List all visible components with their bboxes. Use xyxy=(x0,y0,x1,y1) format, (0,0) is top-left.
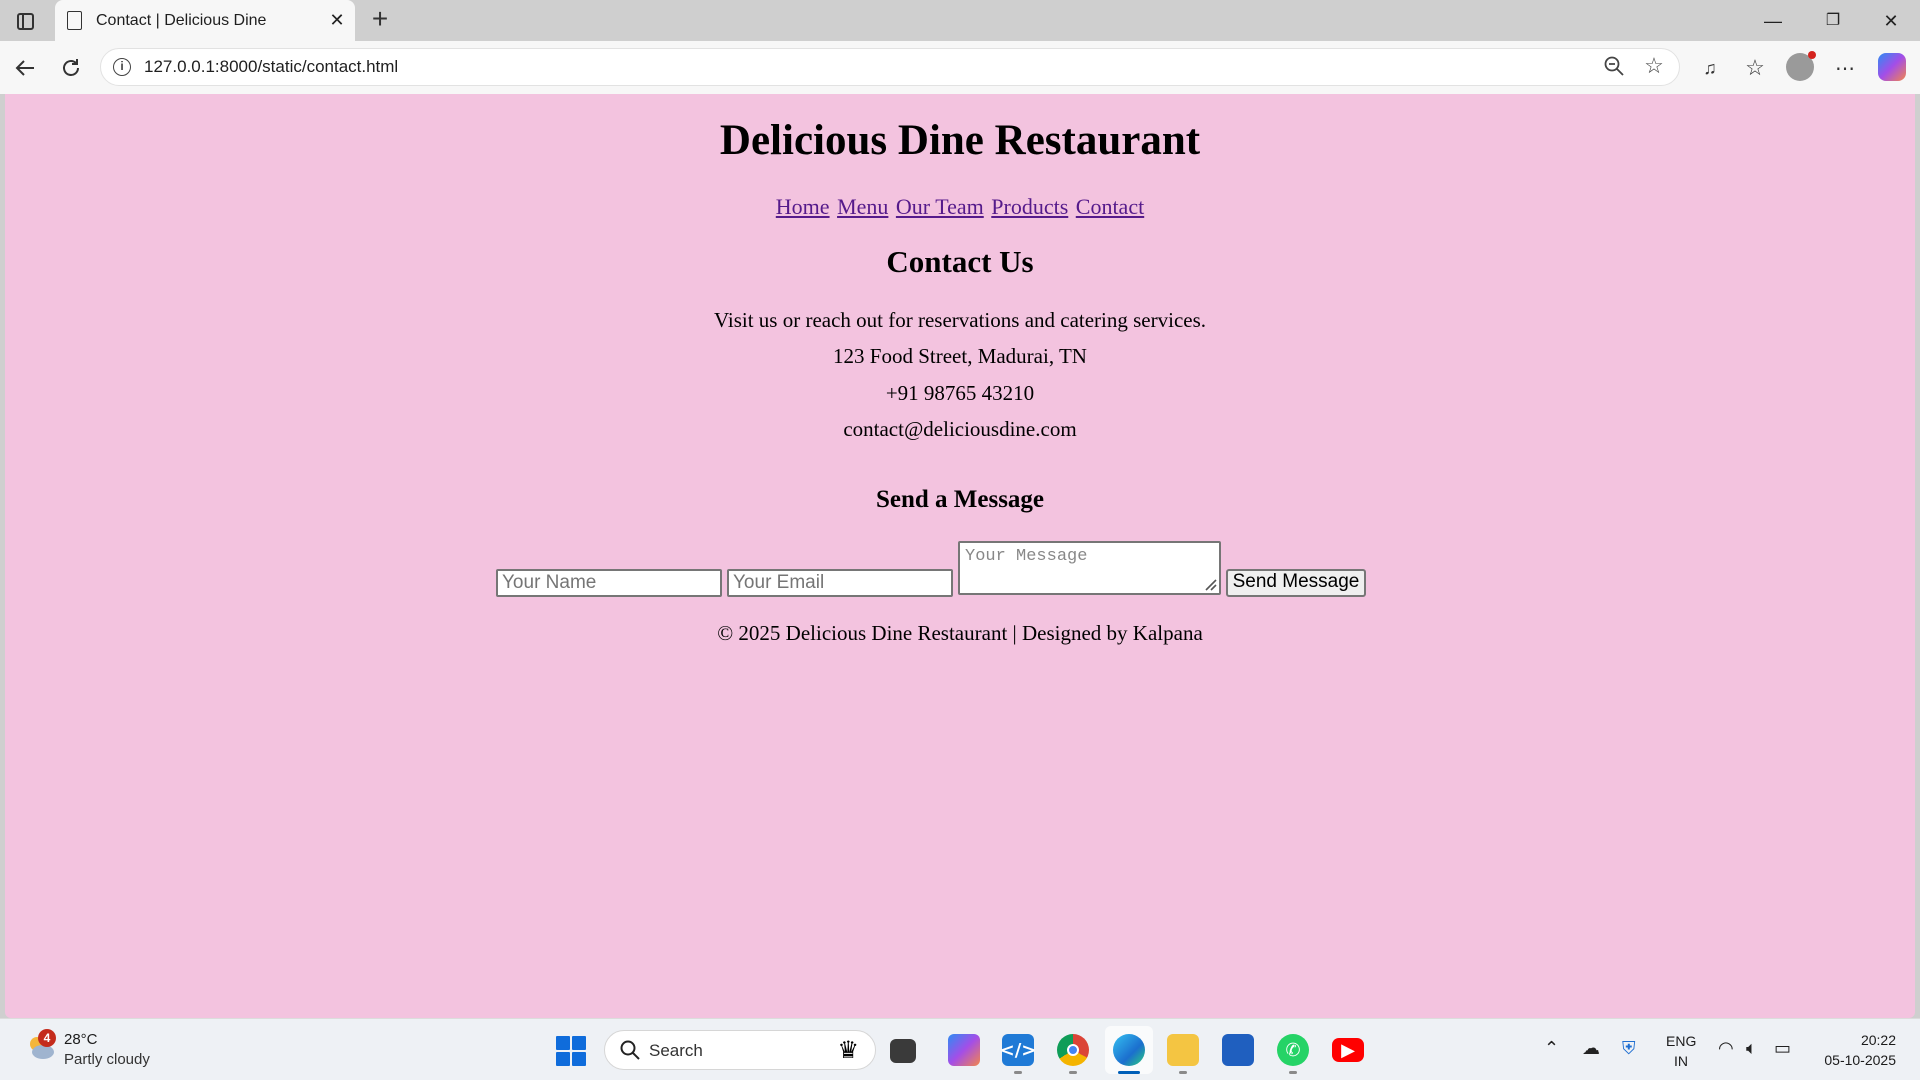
contact-form: Your Name Your Email Your Message Send M… xyxy=(5,541,1915,597)
tab-panel-icon xyxy=(16,12,34,30)
clock-date[interactable]: 05-10-2025 xyxy=(1824,1052,1896,1068)
contact-address: 123 Food Street, Madurai, TN xyxy=(833,344,1087,368)
vscode-icon[interactable]: </> xyxy=(1000,1034,1036,1066)
show-hidden-icons-chevron-icon[interactable]: ⌃ xyxy=(1544,1038,1559,1059)
file-explorer-icon[interactable] xyxy=(1167,1034,1199,1066)
battery-icon[interactable]: ▭ xyxy=(1774,1038,1791,1059)
page-viewport: Delicious Dine Restaurant Home Menu Our … xyxy=(5,94,1915,1018)
wifi-icon[interactable]: ◠ xyxy=(1718,1038,1734,1059)
copilot-app-icon[interactable] xyxy=(948,1034,980,1066)
weather-temperature[interactable]: 28°C xyxy=(64,1031,98,1048)
weather-badge: 4 xyxy=(38,1029,56,1047)
onedrive-icon[interactable]: ☁ xyxy=(1582,1038,1600,1059)
name-input[interactable]: Your Name xyxy=(496,569,722,597)
active-tab[interactable]: Contact | Delicious Dine ✕ xyxy=(55,0,355,41)
nav-link-menu[interactable]: Menu xyxy=(837,194,888,219)
windows-start-icon[interactable] xyxy=(556,1036,586,1066)
language-indicator[interactable]: ENG xyxy=(1666,1033,1696,1049)
running-indicator xyxy=(1179,1071,1187,1074)
edge-icon[interactable] xyxy=(1113,1034,1145,1066)
running-indicator xyxy=(1014,1071,1022,1074)
browser-toolbar: i 127.0.0.1:8000/static/contact.html ☆ ♫… xyxy=(0,41,1920,94)
search-highlight-icon: ♛ xyxy=(837,1037,859,1064)
read-aloud-icon[interactable]: ♫ xyxy=(1693,51,1727,85)
nav-link-home[interactable]: Home xyxy=(776,194,830,219)
browser-tab-bar: Contact | Delicious Dine ✕ + — ❐ ✕ xyxy=(0,0,1920,41)
email-input[interactable]: Your Email xyxy=(727,569,953,597)
tab-close-button[interactable]: ✕ xyxy=(319,10,355,31)
contact-intro: Visit us or reach out for reservations a… xyxy=(713,308,1207,332)
send-message-button[interactable]: Send Message xyxy=(1226,569,1366,597)
contact-heading: Contact Us xyxy=(886,244,1034,279)
new-tab-button[interactable]: + xyxy=(365,5,395,35)
zoom-out-icon[interactable] xyxy=(1601,55,1627,81)
search-icon xyxy=(620,1040,640,1060)
url-text[interactable]: 127.0.0.1:8000/static/contact.html xyxy=(144,57,398,77)
notification-dot xyxy=(1808,51,1816,59)
taskbar-search[interactable]: Search ♛ xyxy=(604,1030,876,1070)
document-icon xyxy=(67,11,82,30)
site-nav: Home Menu Our Team Products Contact xyxy=(5,194,1915,220)
active-indicator xyxy=(1118,1071,1140,1074)
info-icon[interactable]: i xyxy=(113,58,131,76)
restore-button[interactable]: ❐ xyxy=(1810,6,1856,36)
nav-link-products[interactable]: Products xyxy=(991,194,1068,219)
nav-link-our-team[interactable]: Our Team xyxy=(896,194,984,219)
tab-title: Contact | Delicious Dine xyxy=(96,11,267,29)
running-indicator xyxy=(1069,1071,1077,1074)
windows-taskbar: 4 28°C Partly cloudy Search ♛ </> ✆ ▶ ⌃ … xyxy=(0,1018,1920,1080)
task-view-icon[interactable] xyxy=(890,1039,916,1063)
security-shield-icon[interactable]: ⛨ xyxy=(1622,1038,1636,1059)
running-indicator xyxy=(1289,1071,1297,1074)
clock-time[interactable]: 20:22 xyxy=(1861,1032,1896,1048)
more-icon[interactable]: ⋯ xyxy=(1828,51,1862,85)
copilot-icon[interactable] xyxy=(1878,53,1906,81)
language-region[interactable]: IN xyxy=(1666,1053,1696,1069)
message-placeholder: Your Message xyxy=(965,547,1088,566)
contact-phone: +91 98765 43210 xyxy=(885,381,1035,405)
microsoft-store-icon[interactable] xyxy=(1222,1034,1254,1066)
footer-text: © 2025 Delicious Dine Restaurant | Desig… xyxy=(717,621,1203,645)
site-title: Delicious Dine Restaurant xyxy=(719,117,1201,164)
close-window-button[interactable]: ✕ xyxy=(1868,6,1914,36)
search-label: Search xyxy=(649,1041,703,1060)
back-arrow-icon[interactable] xyxy=(8,51,42,85)
whatsapp-icon[interactable]: ✆ xyxy=(1277,1034,1309,1066)
nav-link-contact[interactable]: Contact xyxy=(1076,194,1144,219)
resize-handle-icon[interactable] xyxy=(1203,577,1217,591)
favorites-icon[interactable]: ☆ xyxy=(1738,51,1772,85)
contact-email: contact@deliciousdine.com xyxy=(843,417,1077,441)
address-bar[interactable]: i 127.0.0.1:8000/static/contact.html ☆ xyxy=(100,48,1680,86)
youtube-icon[interactable]: ▶ xyxy=(1332,1038,1364,1062)
weather-description[interactable]: Partly cloudy xyxy=(64,1051,150,1068)
chrome-icon[interactable] xyxy=(1057,1034,1089,1066)
tab-actions-button[interactable] xyxy=(10,8,40,34)
send-message-heading: Send a Message xyxy=(875,486,1045,513)
message-textarea[interactable]: Your Message xyxy=(958,541,1221,595)
volume-icon[interactable]: 🔈︎ xyxy=(1746,1038,1757,1059)
favorite-star-icon[interactable]: ☆ xyxy=(1641,53,1667,79)
minimize-button[interactable]: — xyxy=(1750,6,1796,36)
refresh-icon[interactable] xyxy=(54,51,88,85)
